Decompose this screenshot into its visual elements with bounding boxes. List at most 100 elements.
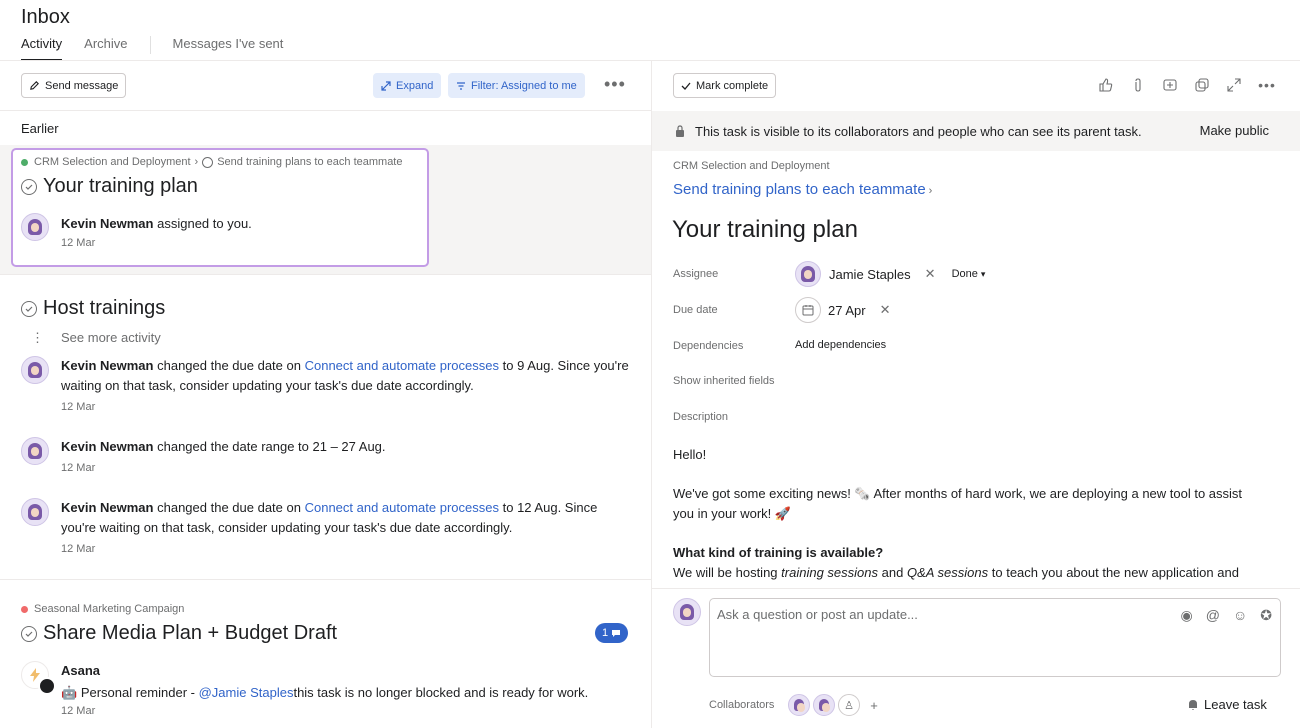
story-task-link[interactable]: Connect and automate processes bbox=[305, 358, 499, 373]
check-circle-icon[interactable] bbox=[21, 178, 37, 195]
mention-link[interactable]: @Jamie Staples bbox=[199, 685, 294, 700]
chevron-right-icon: › bbox=[194, 156, 199, 168]
description-paragraph[interactable]: We've got some exciting news! 🗞️ After m… bbox=[673, 484, 1263, 524]
desc-text: We will be hosting bbox=[673, 565, 778, 580]
copy-link-icon[interactable] bbox=[1192, 75, 1212, 95]
check-icon bbox=[681, 82, 691, 90]
comment-tools: ◉ @ ☺ ✪ bbox=[1181, 607, 1272, 624]
parent-task-label: Send training plans to each teammate bbox=[673, 181, 926, 198]
desc-italic: training sessions bbox=[781, 565, 878, 580]
story-action: changed the date range to 21 – 27 Aug. bbox=[157, 439, 386, 454]
card-task-title[interactable]: Share Media Plan + Budget Draft bbox=[43, 622, 337, 645]
inbox-tabs: Activity Archive Messages I've sent bbox=[21, 36, 305, 61]
remove-assignee-icon[interactable]: ✕ bbox=[925, 266, 936, 282]
card-breadcrumb: Seasonal Marketing Campaign bbox=[21, 603, 184, 615]
more-actions-icon[interactable]: ••• bbox=[1257, 75, 1277, 95]
due-date-label: Due date bbox=[673, 304, 718, 316]
leave-task-button[interactable]: Leave task bbox=[1187, 697, 1267, 712]
story-text: Kevin Newman assigned to you. bbox=[61, 214, 252, 234]
calendar-icon bbox=[795, 297, 821, 323]
card-title-row: Share Media Plan + Budget Draft bbox=[21, 622, 337, 645]
tab-archive[interactable]: Archive bbox=[84, 36, 127, 61]
card-divider bbox=[0, 274, 651, 275]
attachment-icon[interactable] bbox=[1128, 75, 1148, 95]
card-divider bbox=[0, 579, 651, 580]
task-toolbar: Mark complete ••• bbox=[652, 61, 1300, 111]
mention-icon[interactable]: @ bbox=[1206, 607, 1220, 624]
description-greeting[interactable]: Hello! bbox=[673, 445, 1263, 465]
robot-emoji: 🤖 bbox=[61, 685, 78, 700]
filter-button[interactable]: Filter: Assigned to me bbox=[448, 73, 585, 98]
story-date: 12 Mar bbox=[61, 705, 96, 717]
send-message-label: Send message bbox=[45, 79, 119, 92]
comment-count-badge[interactable]: 1 bbox=[595, 623, 628, 643]
vertical-dots-icon: ⋮ bbox=[31, 330, 44, 345]
visibility-text: This task is visible to its collaborator… bbox=[695, 123, 1142, 139]
due-date-field[interactable]: 27 Apr ✕ bbox=[795, 297, 891, 323]
story-action-suffix: this task is no longer blocked and is re… bbox=[293, 685, 589, 700]
card-task-title[interactable]: Your training plan bbox=[43, 175, 198, 198]
breadcrumb-project[interactable]: CRM Selection and Deployment bbox=[34, 156, 191, 168]
send-message-button[interactable]: Send message bbox=[21, 73, 127, 98]
leave-task-label: Leave task bbox=[1204, 697, 1267, 712]
clear-date-icon[interactable]: ✕ bbox=[880, 302, 891, 318]
parent-task-link[interactable]: Send training plans to each teammate › bbox=[673, 181, 932, 198]
tab-activity[interactable]: Activity bbox=[21, 36, 63, 61]
person-icon[interactable]: ♙ bbox=[838, 694, 860, 716]
task-title[interactable]: Your training plan bbox=[672, 216, 858, 244]
breadcrumb-project[interactable]: Seasonal Marketing Campaign bbox=[34, 603, 184, 615]
desc-text: and bbox=[881, 565, 904, 580]
story-user[interactable]: Asana bbox=[61, 661, 100, 681]
visibility-banner: This task is visible to its collaborator… bbox=[652, 111, 1300, 151]
pencil-icon bbox=[30, 81, 39, 90]
record-icon[interactable]: ◉ bbox=[1181, 607, 1193, 624]
mark-complete-button[interactable]: Mark complete bbox=[673, 73, 777, 98]
subtask-icon[interactable] bbox=[1160, 75, 1180, 95]
make-public-button[interactable]: Make public bbox=[1200, 123, 1269, 138]
due-date-value: 27 Apr bbox=[828, 302, 866, 318]
comment-input[interactable]: Ask a question or post an update... ◉ @ … bbox=[709, 598, 1281, 677]
check-circle-icon[interactable] bbox=[21, 625, 37, 642]
comment-count: 1 bbox=[601, 627, 609, 639]
assignee-field[interactable]: Jamie Staples ✕ Done ▾ bbox=[795, 261, 985, 287]
expand-icon bbox=[381, 80, 391, 91]
collaborator-list: ♙ + bbox=[788, 694, 885, 716]
description-heading[interactable]: What kind of training is available? bbox=[673, 543, 1263, 563]
filter-label: Filter: Assigned to me bbox=[471, 79, 577, 92]
done-dropdown[interactable]: Done ▾ bbox=[952, 268, 986, 280]
emoji-icon[interactable]: ☺ bbox=[1233, 607, 1247, 624]
story-user[interactable]: Kevin Newman bbox=[61, 216, 153, 231]
add-collaborator-icon[interactable]: + bbox=[863, 694, 885, 716]
story-user[interactable]: Kevin Newman bbox=[61, 439, 153, 454]
breadcrumb-parent-task[interactable]: Send training plans to each teammate bbox=[217, 156, 402, 168]
see-more-activity-link[interactable]: See more activity bbox=[61, 330, 161, 345]
story-date: 12 Mar bbox=[61, 462, 96, 474]
story-action: changed the due date on bbox=[157, 358, 301, 373]
task-project-link[interactable]: CRM Selection and Deployment bbox=[673, 160, 830, 172]
tab-messages-sent[interactable]: Messages I've sent bbox=[173, 36, 284, 61]
avatar[interactable] bbox=[813, 694, 835, 716]
more-options-icon[interactable]: ••• bbox=[604, 74, 626, 95]
fullscreen-icon[interactable] bbox=[1224, 75, 1244, 95]
show-inherited-fields-link[interactable]: Show inherited fields bbox=[673, 375, 775, 387]
story-user[interactable]: Kevin Newman bbox=[61, 358, 153, 373]
bell-icon bbox=[1189, 700, 1197, 710]
inbox-card-your-training-plan[interactable]: CRM Selection and Deployment › Send trai… bbox=[11, 148, 429, 267]
expand-button[interactable]: Expand bbox=[373, 73, 442, 98]
mark-complete-label: Mark complete bbox=[696, 79, 769, 92]
sticker-icon[interactable]: ✪ bbox=[1260, 607, 1272, 624]
story-user[interactable]: Kevin Newman bbox=[61, 500, 153, 515]
page-title: Inbox bbox=[21, 6, 70, 28]
like-icon[interactable] bbox=[1096, 75, 1116, 95]
description-paragraph-2[interactable]: We will be hosting training sessions and… bbox=[673, 563, 1263, 583]
check-circle-icon[interactable] bbox=[21, 300, 37, 317]
dependencies-label: Dependencies bbox=[673, 340, 744, 352]
add-dependencies-button[interactable]: Add dependencies bbox=[795, 339, 886, 351]
avatar[interactable] bbox=[788, 694, 810, 716]
card-task-title[interactable]: Host trainings bbox=[43, 297, 165, 320]
story-action: changed the due date on bbox=[157, 500, 301, 515]
story-task-link[interactable]: Connect and automate processes bbox=[305, 500, 499, 515]
lock-icon bbox=[676, 125, 684, 137]
story-action: Personal reminder - bbox=[80, 685, 195, 700]
section-earlier: Earlier bbox=[21, 121, 59, 136]
